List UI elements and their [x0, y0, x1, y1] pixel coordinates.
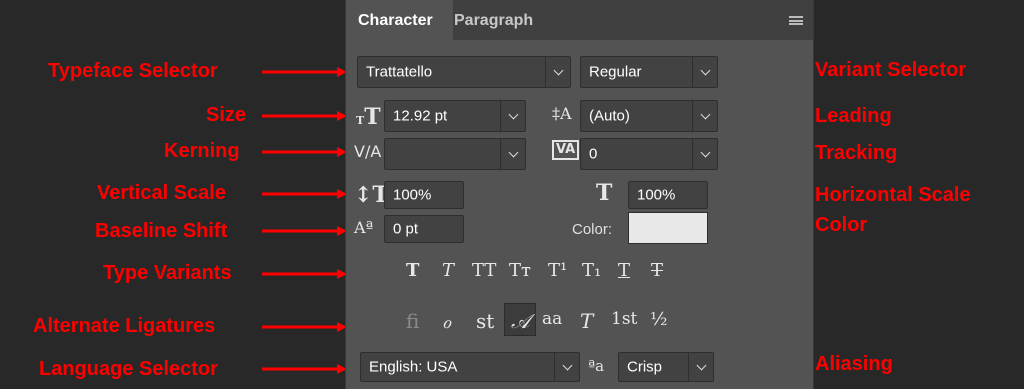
kerning-select[interactable]	[384, 138, 526, 170]
annotation-color: Color	[815, 214, 868, 236]
color-label: Color:	[572, 221, 613, 238]
tracking-icon: VA	[552, 140, 580, 160]
vertical-scale-input[interactable]: 100%	[384, 181, 464, 209]
annotation-ligatures: Alternate Ligatures	[33, 315, 216, 337]
annotation-typeface: Typeface Selector	[48, 60, 218, 82]
tracking-select[interactable]: 0	[580, 138, 718, 170]
chevron-down-icon[interactable]	[554, 353, 579, 381]
annotation-size: Size	[206, 104, 247, 126]
character-panel: Character Paragraph Trattatello Regular …	[345, 0, 814, 389]
discretionary-ligatures-button[interactable]: st	[476, 309, 494, 333]
titling-alternates-button[interactable]: 𝑇	[580, 309, 593, 333]
annotation-baseline-shift: Baseline Shift	[95, 220, 228, 242]
subscript-button[interactable]: T₁	[582, 260, 601, 281]
vertical-scale-value: 100%	[393, 186, 432, 204]
annotation-type-variants: Type Variants	[103, 262, 232, 284]
horizontal-scale-icon: T	[596, 180, 613, 206]
leading-icon: ‡A	[552, 104, 572, 123]
stylistic-alternates-button[interactable]: aa	[542, 309, 562, 329]
contextual-alternates-button[interactable]: ℴ	[442, 309, 451, 333]
annotation-vertical-scale: Vertical Scale	[97, 182, 226, 204]
fractions-button[interactable]: ½	[650, 309, 667, 330]
small-caps-button[interactable]: Tт	[509, 260, 531, 281]
swash-button[interactable]: 𝒜	[511, 309, 530, 333]
standard-ligatures-button[interactable]: ﬁ	[406, 309, 419, 333]
panel-tab-bar: Character Paragraph	[346, 0, 813, 40]
variant-select[interactable]: Regular	[580, 56, 718, 88]
size-value: 12.92 pt	[393, 107, 448, 125]
superscript-button[interactable]: T¹	[548, 260, 567, 281]
annotation-aliasing: Aliasing	[815, 353, 893, 375]
annotation-horizontal-scale: Horizontal Scale	[815, 184, 971, 206]
faux-bold-button[interactable]: T	[406, 260, 419, 281]
ordinals-button[interactable]: 1st	[611, 309, 637, 329]
language-select[interactable]: English: USA	[360, 352, 580, 382]
annotation-kerning: Kerning	[164, 140, 240, 162]
horizontal-scale-input[interactable]: 100%	[628, 181, 708, 209]
aliasing-icon: ªa	[588, 357, 605, 375]
language-value: English: USA	[369, 358, 458, 376]
aliasing-select[interactable]: Crisp	[618, 352, 714, 382]
leading-select[interactable]: (Auto)	[580, 100, 718, 132]
chevron-down-icon[interactable]	[545, 57, 570, 87]
tracking-value: 0	[589, 145, 598, 163]
chevron-down-icon[interactable]	[692, 139, 717, 169]
font-size-icon: TT	[356, 104, 381, 130]
chevron-down-icon[interactable]	[692, 101, 717, 131]
chevron-down-icon[interactable]	[692, 57, 717, 87]
underline-button[interactable]: T	[618, 260, 630, 281]
chevron-down-icon[interactable]	[500, 101, 525, 131]
leading-value: (Auto)	[589, 107, 630, 125]
aliasing-value: Crisp	[627, 358, 663, 376]
annotation-tracking: Tracking	[815, 142, 898, 164]
typeface-select[interactable]: Trattatello	[357, 56, 571, 88]
annotation-leading: Leading	[815, 105, 892, 127]
baseline-shift-value: 0 pt	[393, 220, 419, 238]
annotation-language: Language Selector	[39, 358, 218, 380]
variant-value: Regular	[589, 63, 642, 81]
kerning-icon: V/A	[354, 142, 382, 161]
tab-character[interactable]: Character	[346, 0, 453, 40]
faux-italic-button[interactable]: T	[442, 260, 454, 281]
tab-paragraph[interactable]: Paragraph	[442, 0, 545, 40]
strikethrough-button[interactable]: T	[651, 260, 663, 281]
baseline-shift-input[interactable]: 0 pt	[384, 215, 464, 243]
size-input[interactable]: 12.92 pt	[384, 100, 526, 132]
annotation-variant: Variant Selector	[815, 59, 967, 81]
chevron-down-icon[interactable]	[500, 139, 525, 169]
baseline-shift-icon: Aª	[354, 218, 374, 237]
typeface-value: Trattatello	[366, 63, 433, 81]
panel-menu-icon[interactable]	[789, 16, 803, 25]
all-caps-button[interactable]: TT	[472, 260, 496, 281]
color-swatch[interactable]	[628, 212, 708, 244]
horizontal-scale-value: 100%	[637, 186, 676, 204]
chevron-down-icon[interactable]	[688, 353, 713, 381]
